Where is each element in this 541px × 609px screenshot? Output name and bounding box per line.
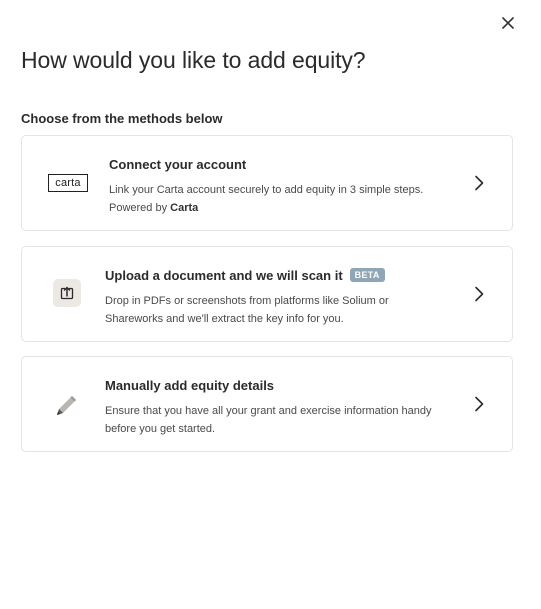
connect-account-title: Connect your account: [109, 156, 247, 172]
manual-entry-text: Manually add equity details Ensure that …: [105, 377, 445, 438]
chevron-right-icon: [471, 395, 487, 413]
powered-by-brand: Carta: [170, 202, 199, 214]
chevron-right-icon: [471, 285, 487, 303]
beta-badge: BETA: [349, 268, 385, 282]
close-button[interactable]: [498, 13, 518, 33]
dialog-title: How would you like to add equity?: [21, 47, 366, 73]
manual-entry-card[interactable]: Manually add equity details Ensure that …: [21, 356, 513, 452]
upload-document-text: Upload a document and we will scan it BE…: [105, 267, 445, 328]
close-icon: [502, 17, 514, 29]
dialog-subtitle: Choose from the methods below: [21, 111, 223, 126]
connect-account-card[interactable]: carta Connect your account Link your Car…: [21, 135, 513, 231]
manual-entry-description: Ensure that you have all your grant and …: [105, 405, 432, 435]
upload-document-card[interactable]: Upload a document and we will scan it BE…: [21, 246, 513, 342]
connect-account-description-text: Link your Carta account securely to add …: [109, 184, 424, 196]
carta-logo: carta: [48, 174, 88, 192]
upload-document-title-row: Upload a document and we will scan it BE…: [105, 267, 445, 283]
upload-icon: [53, 279, 81, 307]
connect-account-description: Link your Carta account securely to add …: [109, 181, 449, 217]
upload-document-description: Drop in PDFs or screenshots from platfor…: [105, 295, 389, 325]
manual-entry-title: Manually add equity details: [105, 377, 275, 393]
carta-logo-text: carta: [55, 176, 81, 189]
chevron-right-icon: [471, 174, 487, 192]
connect-account-text: Connect your account Link your Carta acc…: [109, 156, 449, 217]
upload-document-title: Upload a document and we will scan it: [105, 267, 343, 283]
powered-by-label: Powered by: [109, 202, 168, 214]
pencil-icon: [52, 391, 80, 419]
